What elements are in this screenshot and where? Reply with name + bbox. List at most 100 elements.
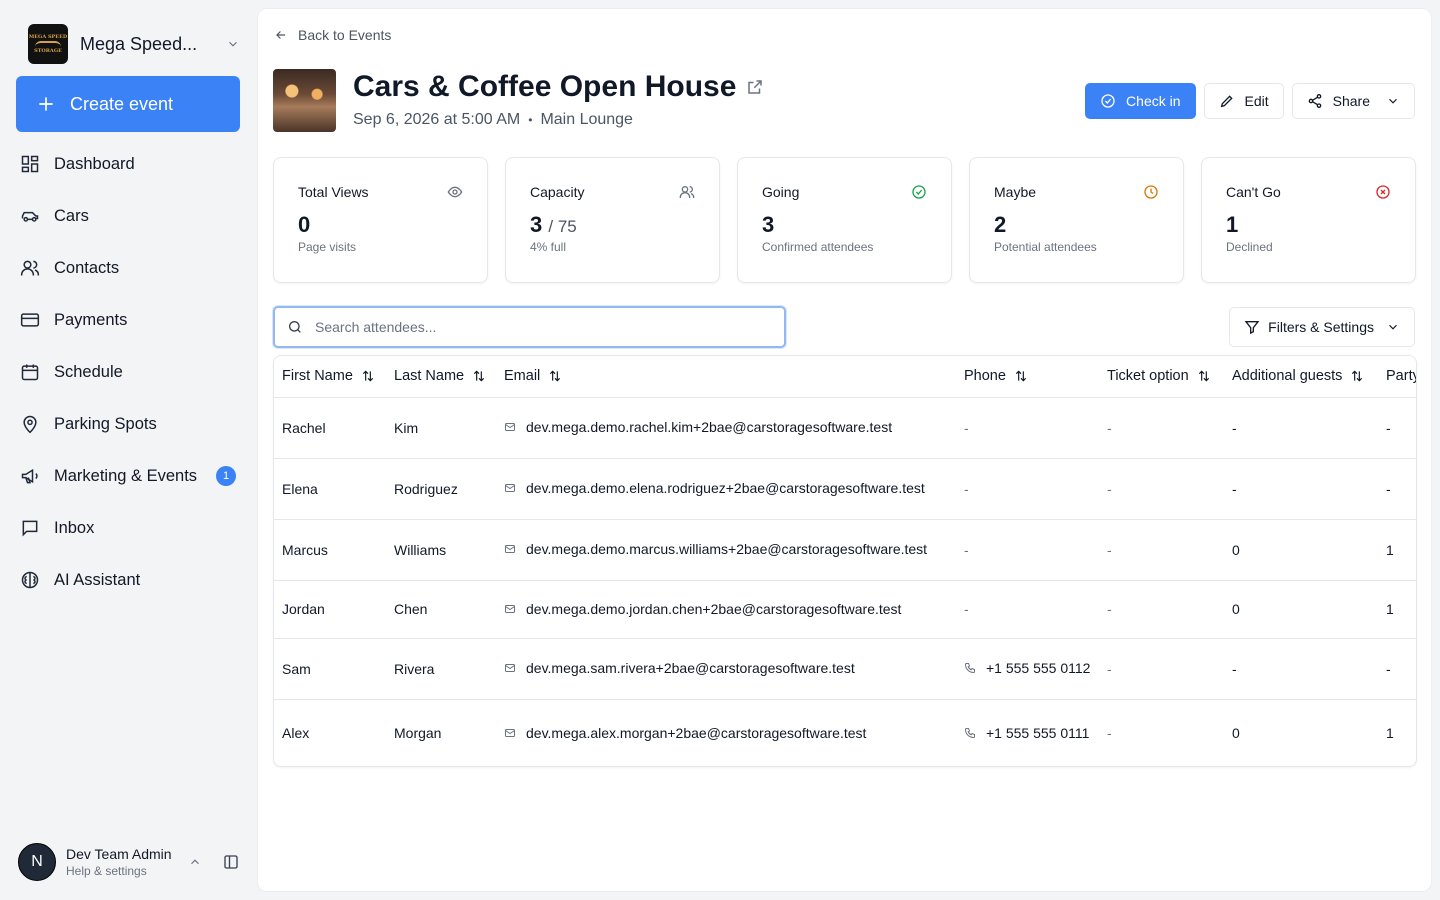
user-subtitle: Help & settings xyxy=(66,864,147,878)
column-header-additional-guests[interactable]: Additional guests xyxy=(1224,356,1378,398)
edit-button[interactable]: Edit xyxy=(1203,83,1284,119)
user-menu[interactable]: N Dev Team Admin Help & settings xyxy=(18,842,240,882)
cell-last-name: Morgan xyxy=(394,725,442,742)
back-to-events-link[interactable]: Back to Events xyxy=(274,25,391,45)
sidebar-nav: Dashboard Cars Contacts Payments Schedul… xyxy=(16,138,240,606)
cell-ticket-option: - xyxy=(1099,397,1224,459)
share-button[interactable]: Share xyxy=(1291,83,1415,119)
column-header-party-size[interactable]: Party size xyxy=(1378,356,1417,398)
external-link-icon[interactable] xyxy=(746,78,764,96)
phone-text: +1 555 555 0112 xyxy=(986,660,1091,676)
sort-icon xyxy=(1352,370,1363,382)
cell-additional-guests: 0 xyxy=(1224,580,1378,639)
x-circle-icon xyxy=(1376,185,1390,199)
check-in-label: Check in xyxy=(1126,93,1181,109)
table-row[interactable]: Alex Morgan dev.mega.alex.morgan+2bae@ca… xyxy=(274,699,1416,766)
share-label: Share xyxy=(1332,93,1370,109)
event-meta: Sep 6, 2026 at 5:00 AM • Main Lounge xyxy=(353,111,633,129)
cell-party-size: - xyxy=(1378,397,1416,459)
separator: • xyxy=(528,113,533,127)
contacts-icon xyxy=(20,260,40,276)
sidebar-item-label: Schedule xyxy=(54,362,123,381)
sidebar-item-payments[interactable]: Payments xyxy=(16,294,240,346)
page-title: Cars & Coffee Open House xyxy=(353,70,737,103)
sidebar-item-ai-assistant[interactable]: AI Assistant xyxy=(16,554,240,606)
mail-icon xyxy=(505,728,515,737)
column-header-email[interactable]: Email xyxy=(496,356,956,398)
sidebar-toggle-icon[interactable] xyxy=(222,853,240,871)
org-switcher[interactable]: MEGA SPEED STORAGE Mega Speed... xyxy=(28,24,240,64)
dashboard-icon xyxy=(21,155,39,173)
sidebar-item-cars[interactable]: Cars xyxy=(16,190,240,242)
stat-subtitle: Page visits xyxy=(298,240,357,254)
sidebar-item-label: Contacts xyxy=(54,258,120,277)
email-text: dev.mega.sam.rivera+2bae@carstoragesoftw… xyxy=(526,660,855,676)
create-event-button[interactable]: Create event xyxy=(16,76,240,132)
filters-settings-button[interactable]: Filters & Settings xyxy=(1229,307,1415,347)
cell-email: dev.mega.demo.elena.rodriguez+2bae@carst… xyxy=(496,458,956,520)
sort-icon xyxy=(362,370,373,382)
sidebar-item-contacts[interactable]: Contacts xyxy=(16,242,240,294)
email-text: dev.mega.demo.rachel.kim+2bae@carstorage… xyxy=(526,419,893,435)
inbox-icon xyxy=(22,520,38,537)
column-label: Ticket option xyxy=(1107,368,1189,385)
check-in-button[interactable]: Check in xyxy=(1085,83,1196,119)
main-content: Back to Events Cars & Coffee Open House … xyxy=(257,8,1432,892)
cell-additional-guests: - xyxy=(1224,638,1378,700)
filter-icon xyxy=(1244,321,1260,335)
cell-first-name: Alex xyxy=(282,725,310,742)
cell-last-name: Rodriguez xyxy=(386,458,496,520)
column-header-first-name[interactable]: First Name xyxy=(274,356,386,398)
cell-ticket-option: - xyxy=(1099,519,1224,581)
table-row[interactable]: Elena Rodriguez dev.mega.demo.elena.rodr… xyxy=(274,458,1416,520)
column-header-phone[interactable]: Phone xyxy=(956,356,1099,398)
sidebar-item-dashboard[interactable]: Dashboard xyxy=(16,138,240,190)
cell-last-name: Kim xyxy=(386,397,496,459)
column-label: Party size xyxy=(1386,368,1417,385)
stat-label: Capacity xyxy=(530,184,585,200)
search-input[interactable] xyxy=(315,319,784,335)
event-location: Main Lounge xyxy=(540,111,633,128)
column-header-ticket-option[interactable]: Ticket option xyxy=(1099,356,1224,398)
cell-email: dev.mega.alex.morgan+2bae@carstoragesoft… xyxy=(496,699,956,766)
sidebar-item-label: Cars xyxy=(54,206,89,225)
cell-first-name: Rachel xyxy=(274,397,386,459)
stat-value-row: 3 / 75 xyxy=(530,212,695,238)
cell-phone: +1 555 555 0111 xyxy=(956,699,1099,766)
sidebar: MEGA SPEED STORAGE Mega Speed... Create e… xyxy=(0,0,256,900)
column-label: Phone xyxy=(964,368,1006,385)
table-row[interactable]: Marcus Williams dev.mega.demo.marcus.wil… xyxy=(274,519,1416,581)
cell-ticket-option: - xyxy=(1099,638,1224,700)
table-header-row: First Name Last Name Email Phone Ticket … xyxy=(274,356,1417,398)
cell-party-size: - xyxy=(1378,458,1416,520)
email-text: dev.mega.demo.jordan.chen+2bae@carstorag… xyxy=(526,600,902,617)
event-image xyxy=(273,69,336,132)
cell-phone: - xyxy=(956,397,1099,459)
stats-row: Total Views 0 Page visits Capacity 3 / 7… xyxy=(273,157,1416,283)
phone-icon xyxy=(964,727,975,738)
column-label: Email xyxy=(504,368,541,385)
email-text: dev.mega.alex.morgan+2bae@carstoragesoft… xyxy=(526,724,867,741)
table-row[interactable]: Rachel Kim dev.mega.demo.rachel.kim+2bae… xyxy=(274,397,1416,459)
stat-value: 3 xyxy=(762,212,775,237)
sidebar-item-inbox[interactable]: Inbox xyxy=(16,502,240,554)
column-label: Additional guests xyxy=(1232,368,1343,385)
column-label: First Name xyxy=(282,368,353,385)
sidebar-item-schedule[interactable]: Schedule xyxy=(16,346,240,398)
sort-icon xyxy=(474,370,485,382)
table-row[interactable]: Sam Rivera dev.mega.sam.rivera+2bae@cars… xyxy=(274,638,1416,700)
sidebar-item-marketing-events[interactable]: Marketing & Events 1 xyxy=(16,450,240,502)
stat-subtitle: Potential attendees xyxy=(994,240,1097,254)
stat-subtitle: 4% full xyxy=(530,240,567,254)
arrow-left-icon xyxy=(276,31,286,39)
mail-icon xyxy=(505,484,515,492)
table-row[interactable]: Jordan Chen dev.mega.demo.jordan.chen+2b… xyxy=(274,580,1416,639)
stat-card-going: Going 3 Confirmed attendees xyxy=(737,157,952,283)
plus-icon xyxy=(39,97,53,111)
sidebar-item-parking-spots[interactable]: Parking Spots xyxy=(16,398,240,450)
stat-value: 3 xyxy=(530,212,543,237)
users-icon xyxy=(679,186,695,198)
stat-value: 1 xyxy=(1226,212,1239,237)
column-header-last-name[interactable]: Last Name xyxy=(386,356,496,398)
stat-label: Total Views xyxy=(298,184,369,200)
